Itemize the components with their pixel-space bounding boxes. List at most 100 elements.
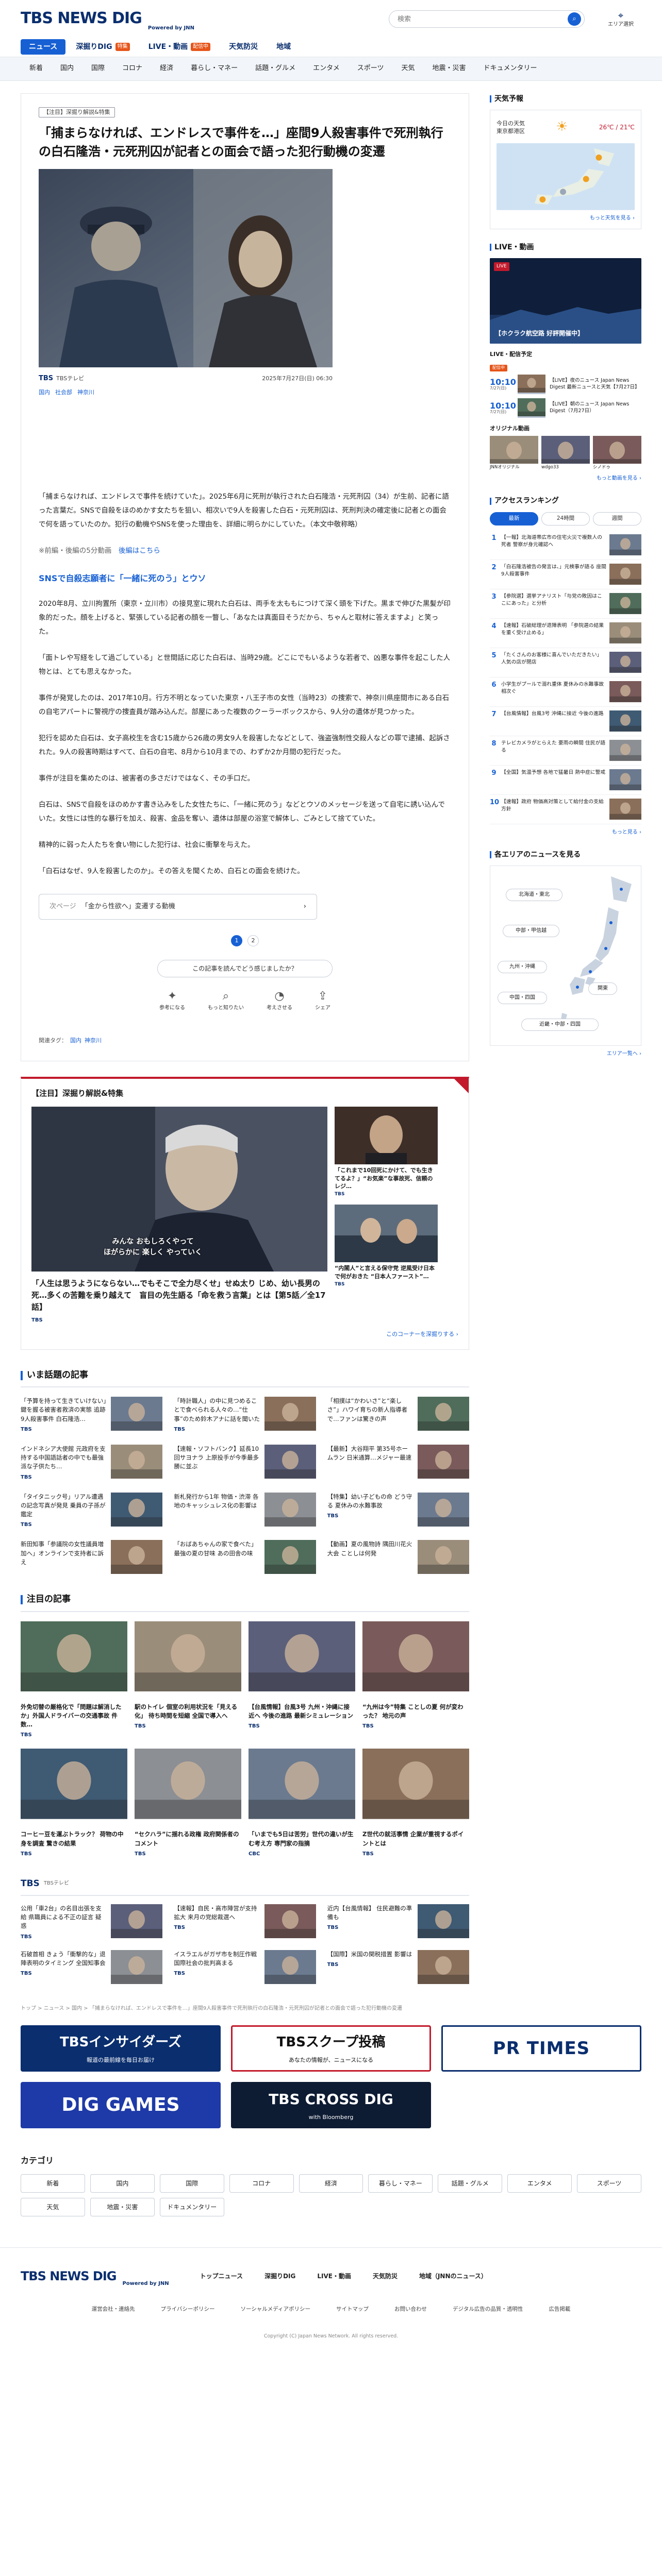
nav-dig[interactable]: 深掘りDIG 特集: [68, 39, 138, 55]
area-button-kyushu[interactable]: 九州・沖縄: [498, 961, 547, 974]
pick-article[interactable]: 「いまでも5日は苦労」世代の違いが生む考え方 専門家の指摘 CBC: [249, 1749, 355, 1858]
pick-article[interactable]: “九州は今”特集 ことしの夏 何が変わった？ 地元の声 TBS: [362, 1621, 469, 1740]
feature-main-card[interactable]: みんな おもしろくやって ほがらかに 楽しく やっていく 「人生は思うようになら…: [31, 1106, 327, 1325]
subnav-domestic[interactable]: 国内: [52, 63, 82, 74]
page-button[interactable]: 2: [247, 935, 259, 946]
trending-article[interactable]: 【特集】幼い子どもの命 どう守る 夏休みの水難事故 TBS: [327, 1492, 469, 1529]
category-link[interactable]: ドキュメンタリー: [159, 2198, 224, 2217]
japan-map[interactable]: [559, 871, 637, 1026]
feature-side-card[interactable]: “内閣人”と言える保守党 逆風受け日本で何がおきた “日本人ファースト”… TB…: [335, 1204, 438, 1288]
footer-sub-link[interactable]: プライバシーポリシー: [161, 2305, 215, 2314]
original-video-card[interactable]: JNNオリジナル: [490, 436, 538, 470]
area-select-button[interactable]: ⌖ エリア選択: [600, 11, 641, 29]
ranking-tab[interactable]: 最新: [490, 512, 538, 526]
search-bar[interactable]: ⌕: [389, 10, 585, 28]
ranking-item[interactable]: 8 テレビカメラがとらえた 豪雨の瞬間 住民が語る: [490, 736, 641, 766]
site-logo[interactable]: TBS NEWS DIG Powered by JNN: [21, 6, 194, 31]
pick-article[interactable]: コーヒー豆を運ぶトラック？ 荷物の中身を調査 驚きの結果 TBS: [21, 1749, 127, 1858]
trending-article[interactable]: 新札発行から1年 物価・渋滞 各地のキャッシュレス化の影響は: [174, 1492, 316, 1529]
subnav-sports[interactable]: スポーツ: [349, 63, 393, 74]
category-link[interactable]: スポーツ: [577, 2174, 641, 2193]
next-page-button[interactable]: 次ページ 「金から性欲へ」変遷する動機 ›: [39, 893, 317, 920]
footer-logo[interactable]: TBS NEWS DIG Powered by JNN: [21, 2266, 169, 2286]
ranking-item[interactable]: 7 【台風情報】台風3号 沖縄に接近 今後の進路: [490, 707, 641, 736]
trending-article[interactable]: 【速報・ソフトバンク】延長10回サヨナラ 上原投手が今季最多勝に並ぶ: [174, 1444, 316, 1481]
category-link[interactable]: 国内: [90, 2174, 155, 2193]
footer-link[interactable]: トップニュース: [200, 2272, 243, 2281]
area-more-link[interactable]: エリア一覧へ ›: [490, 1050, 641, 1058]
banner-cross-dig[interactable]: TBS CROSS DIG with Bloomberg: [231, 2081, 431, 2128]
ranking-item[interactable]: 5 「たくさんのお客様に喜んでいただきたい」人気の店が閉店: [490, 648, 641, 677]
search-icon[interactable]: ⌕: [568, 12, 581, 26]
trending-article[interactable]: インドネシア大使館 元政府を支持する中国語話者の中でも最強派な子供たち… TBS: [21, 1444, 163, 1481]
area-button-hokkaido[interactable]: 北海道・東北: [506, 889, 562, 902]
category-link[interactable]: 地震・災害: [90, 2198, 155, 2217]
pick-article[interactable]: 外免切替の厳格化で「問題は解消したか」外国人ドライバーの交通事故 件数… TBS: [21, 1621, 127, 1740]
footer-sub-link[interactable]: サイトマップ: [336, 2305, 369, 2314]
banner-prtimes[interactable]: PR TIMES: [441, 2025, 641, 2072]
trending-article[interactable]: 「予算を持って生きていけない」鍵を握る被害者救済の実態 追跡9人殺害事件 白石隆…: [21, 1397, 163, 1433]
article-note-link[interactable]: 後編はこちら: [119, 547, 160, 555]
footer-sub-link[interactable]: デジタル広告の品質・透明性: [453, 2305, 523, 2314]
schedule-item[interactable]: 10:10 7/27(日) 【LIVE】夜のニュース Japan News Dige…: [490, 374, 641, 394]
ranking-item[interactable]: 3 【参院選】選挙アナリスト「与党の敗因はここにあった」と分析: [490, 589, 641, 619]
subnav-latest[interactable]: 新着: [21, 63, 52, 74]
category-link[interactable]: 経済: [299, 2174, 363, 2193]
tbs-article[interactable]: 【速報】自民・高市陣営が支持拡大 来月の党総裁選へ TBS: [174, 1904, 316, 1941]
area-button-kinki[interactable]: 近畿・中部・四国: [521, 1019, 599, 1031]
category-link[interactable]: 暮らし・マネー: [368, 2174, 433, 2193]
subnav-documentary[interactable]: ドキュメンタリー: [475, 63, 546, 74]
weather-more-link[interactable]: もっと天気を見る ›: [496, 214, 635, 223]
category-link[interactable]: 国際: [159, 2174, 224, 2193]
category-link[interactable]: コロナ: [229, 2174, 294, 2193]
live-more-link[interactable]: もっと動画を見る ›: [490, 474, 641, 483]
page-button[interactable]: 1: [231, 935, 242, 946]
weather-map[interactable]: [496, 143, 635, 210]
share-button[interactable]: ⇪ シェア: [315, 990, 330, 1012]
live-video-player[interactable]: LIVE 【ホクラク航空路 好評開催中】: [490, 258, 641, 344]
footer-sub-link[interactable]: 広告掲載: [549, 2305, 570, 2314]
subnav-international[interactable]: 国際: [82, 63, 113, 74]
search-input[interactable]: [398, 15, 568, 23]
pick-article[interactable]: 駅のトイレ 個室の利用状況を「見える化」 待ち時間を短縮 全国で導入へ TBS: [135, 1621, 241, 1740]
weather-location[interactable]: 今日の天気 東京都港区: [496, 120, 525, 135]
trending-article[interactable]: 「タイタニック号」リアル遭遇の記念写真が発見 乗員の子孫が鑑定 TBS: [21, 1492, 163, 1529]
ranking-tab[interactable]: 週間: [593, 512, 641, 526]
area-button-chubu[interactable]: 中部・甲信越: [503, 925, 559, 938]
nav-news[interactable]: ニュース: [21, 39, 66, 55]
banner-dig-games[interactable]: DIG GAMES: [21, 2081, 221, 2128]
subnav-corona[interactable]: コロナ: [113, 63, 151, 74]
ranking-more-link[interactable]: もっと見る ›: [490, 828, 641, 837]
nav-weather[interactable]: 天気防災: [221, 39, 266, 55]
footer-link[interactable]: 地域（JNNのニュース）: [419, 2272, 487, 2281]
ranking-item[interactable]: 6 小学生がプールで溺れ重体 夏休みの水難事故相次ぐ: [490, 677, 641, 707]
subnav-economy[interactable]: 経済: [151, 63, 182, 74]
related-tag-link[interactable]: 神奈川: [85, 1037, 102, 1044]
feature-side-card[interactable]: 「これまで10回死にかけて、でも生きてるよ？」“お気楽”な事故死、信頼のレジ… …: [335, 1106, 438, 1198]
nav-live[interactable]: LIVE・動画 配信中: [140, 39, 219, 55]
category-link[interactable]: エンタメ: [507, 2174, 572, 2193]
pick-article[interactable]: Z世代の就活事情 企業が重視するポイントとは TBS: [362, 1749, 469, 1858]
tbs-article[interactable]: 石破首相 きょう「衝撃的な」退陣表明のタイミング 全国知事会 TBS: [21, 1950, 163, 1984]
ranking-item[interactable]: 2 「白石隆浩被告の発言は、」元検事が語る 座間9人殺害事件: [490, 560, 641, 589]
footer-sub-link[interactable]: 運営会社・連絡先: [92, 2305, 135, 2314]
article-source[interactable]: TBSテレビ: [56, 374, 84, 383]
related-tag-link[interactable]: 国内: [70, 1037, 81, 1044]
ranking-item[interactable]: 4 【速報】石破総理が退陣表明 「参院選の結果を重く受け止める」: [490, 619, 641, 648]
tbs-article[interactable]: イスラエルがガザ市を制圧作戦 国際社会の批判高まる TBS: [174, 1950, 316, 1984]
ranking-tab[interactable]: 24時間: [541, 512, 590, 526]
trending-article[interactable]: 【動画】夏の風物詩 隅田川花火大会 ことしは何発: [327, 1540, 469, 1574]
trending-article[interactable]: 「おばあちゃんの家で食べた」最強の夏の甘味 あの田舎の味: [174, 1540, 316, 1574]
footer-link[interactable]: 深掘りDIG: [264, 2272, 295, 2281]
article-tag-link[interactable]: 社会部: [55, 388, 72, 397]
banner-scoop[interactable]: TBSスクープ投稿 あなたの情報が、ニュースになる: [231, 2025, 431, 2072]
category-link[interactable]: 新着: [21, 2174, 85, 2193]
pick-article[interactable]: “セクハラ”に揺れる政権 政府関係者のコメント TBS: [135, 1749, 241, 1858]
area-button-chugoku[interactable]: 中国・四国: [498, 992, 547, 1005]
reaction-more-button[interactable]: ⌕ もっと知りたい: [208, 990, 244, 1012]
ranking-item[interactable]: 1 【一報】北海道帯広市の住宅火災で複数人の死者 警察が身元確認へ: [490, 531, 641, 560]
article-category-tag[interactable]: 【注目】深掘り解説&特集: [39, 107, 115, 117]
banner-insiders[interactable]: TBSインサイダーズ 報道の最前線を毎日お届け: [21, 2025, 221, 2072]
subnav-disaster[interactable]: 地震・災害: [424, 63, 475, 74]
schedule-item[interactable]: 10:10 7/27(日) 【LIVE】朝のニュース Japan News Dige…: [490, 398, 641, 418]
